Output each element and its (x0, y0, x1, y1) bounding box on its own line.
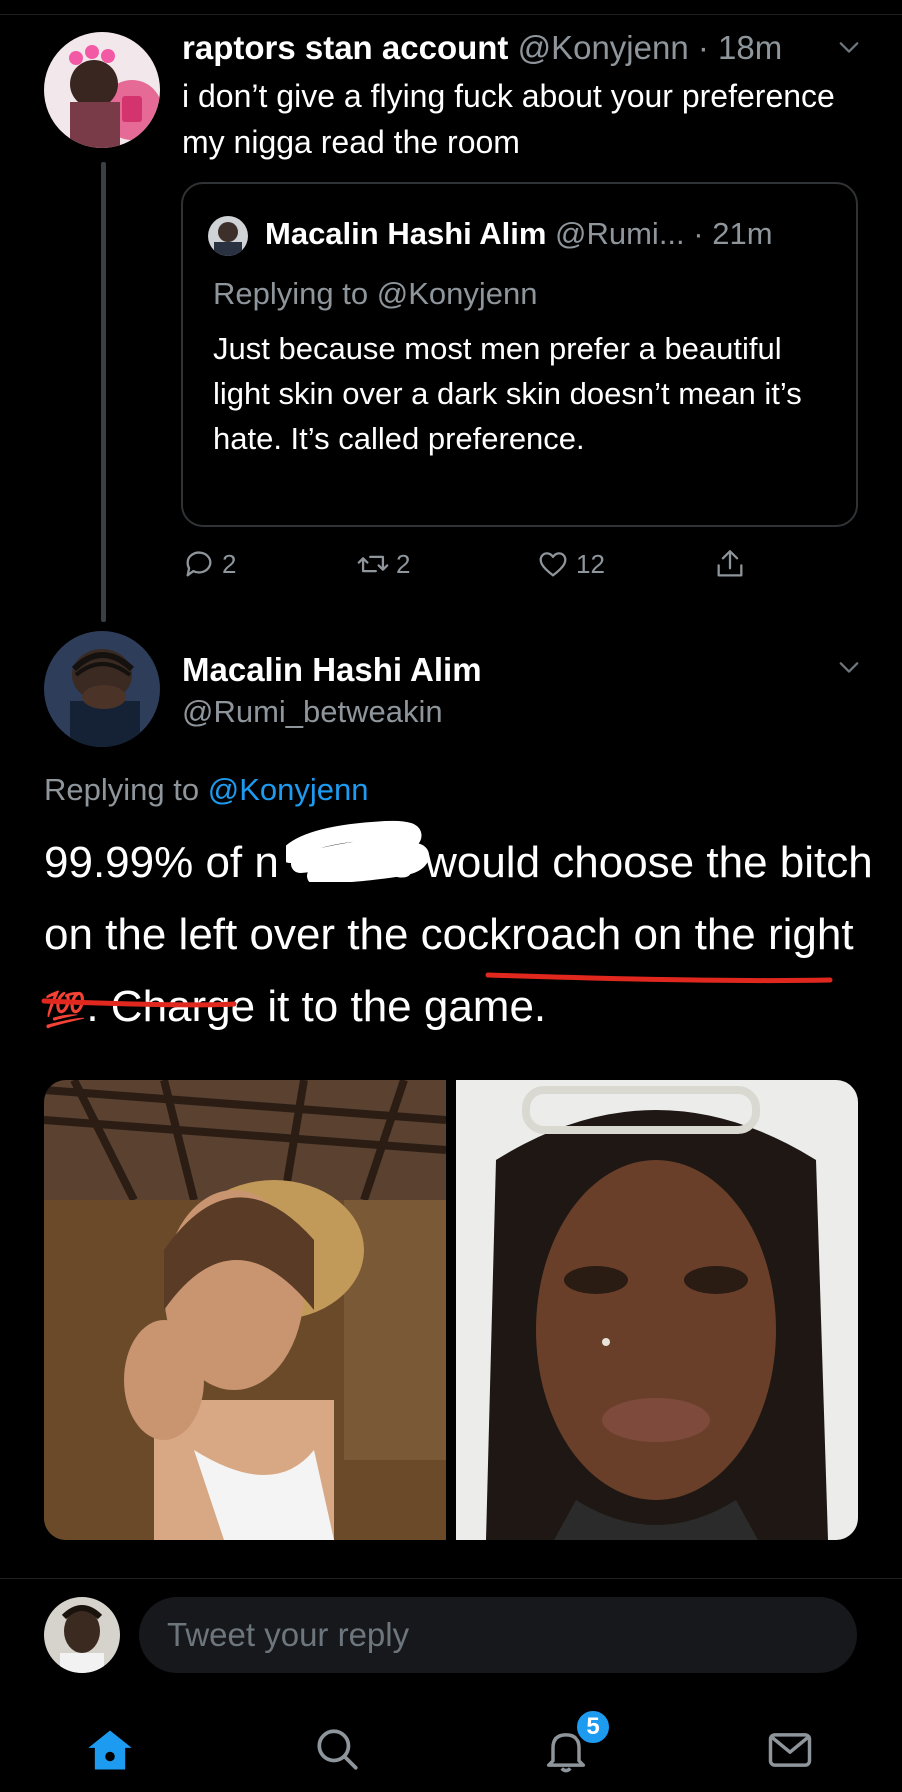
main-handle[interactable]: @Rumi_betweakin (182, 692, 443, 732)
user-avatar[interactable] (44, 1597, 120, 1673)
chevron-down-icon[interactable] (838, 656, 860, 678)
home-tab[interactable] (84, 1724, 136, 1776)
main-tweet-text: 99.99% of ns would choose the bitch on t… (44, 827, 874, 1046)
like-count: 12 (576, 548, 605, 579)
search-icon (317, 1729, 358, 1770)
messages-tab[interactable] (764, 1724, 816, 1776)
heart-icon (539, 552, 567, 577)
quoted-replying-to: Replying to @Konyjenn (213, 274, 537, 314)
chevron-down-icon[interactable] (838, 36, 860, 58)
parent-tweet-header: raptors stan account @Konyjenn · 18m (182, 28, 782, 68)
quoted-avatar (208, 216, 248, 256)
share-button[interactable] (713, 547, 747, 581)
search-tab[interactable] (312, 1724, 362, 1774)
parent-avatar[interactable] (44, 32, 160, 148)
quoted-tweet-header: Macalin Hashi Alim @Rumi... · 21m (265, 214, 773, 254)
media-image-left[interactable] (44, 1080, 446, 1540)
quoted-time: · 21m (693, 216, 773, 251)
media-image-right[interactable] (456, 1080, 858, 1540)
home-icon (88, 1730, 132, 1770)
main-avatar[interactable] (44, 631, 160, 747)
tweet-reply-input[interactable] (139, 1597, 857, 1673)
bottom-tab-bar (0, 1700, 902, 1792)
mail-icon (768, 1733, 812, 1767)
retweet-count: 2 (396, 548, 411, 579)
notifications-badge: 5 (574, 1708, 612, 1746)
main-text-part1: 99.99% of n (44, 838, 279, 887)
quoted-tweet-card[interactable]: Macalin Hashi Alim @Rumi... · 21m Replyi… (181, 182, 858, 527)
quoted-tweet-text: Just because most men prefer a beautiful… (213, 331, 802, 456)
parent-handle[interactable]: @Konyjenn (518, 29, 689, 66)
main-display-name[interactable]: Macalin Hashi Alim (182, 651, 482, 688)
retweet-button[interactable]: 2 (356, 547, 410, 581)
retweet-icon (357, 555, 389, 573)
main-replying-to: Replying to @Konyjenn (44, 770, 368, 810)
share-icon (717, 550, 743, 577)
quoted-replying-label: Replying to (213, 276, 369, 311)
parent-tweet-text: i don’t give a flying fuck about your pr… (182, 78, 835, 160)
main-replying-label: Replying to (44, 772, 200, 807)
reply-count: 2 (222, 548, 237, 579)
reply-icon (186, 551, 212, 577)
compose-divider (0, 1578, 902, 1579)
quoted-display-name: Macalin Hashi Alim (265, 216, 547, 251)
like-button[interactable]: 12 (536, 547, 605, 581)
hundred-points-emoji: 💯 (44, 991, 87, 1029)
thread-connector-line (101, 162, 106, 622)
parent-time: · 18m (697, 29, 783, 66)
main-tweet-header: Macalin Hashi Alim (182, 650, 482, 690)
quoted-replying-handle: @Konyjenn (376, 276, 538, 311)
reply-button[interactable]: 2 (182, 547, 236, 581)
top-divider (0, 14, 902, 15)
main-replying-handle[interactable]: @Konyjenn (208, 772, 369, 807)
main-text-part3: . Charge it to the game. (86, 982, 547, 1031)
quoted-handle: @Rumi... (555, 216, 685, 251)
parent-display-name[interactable]: raptors stan account (182, 29, 508, 66)
